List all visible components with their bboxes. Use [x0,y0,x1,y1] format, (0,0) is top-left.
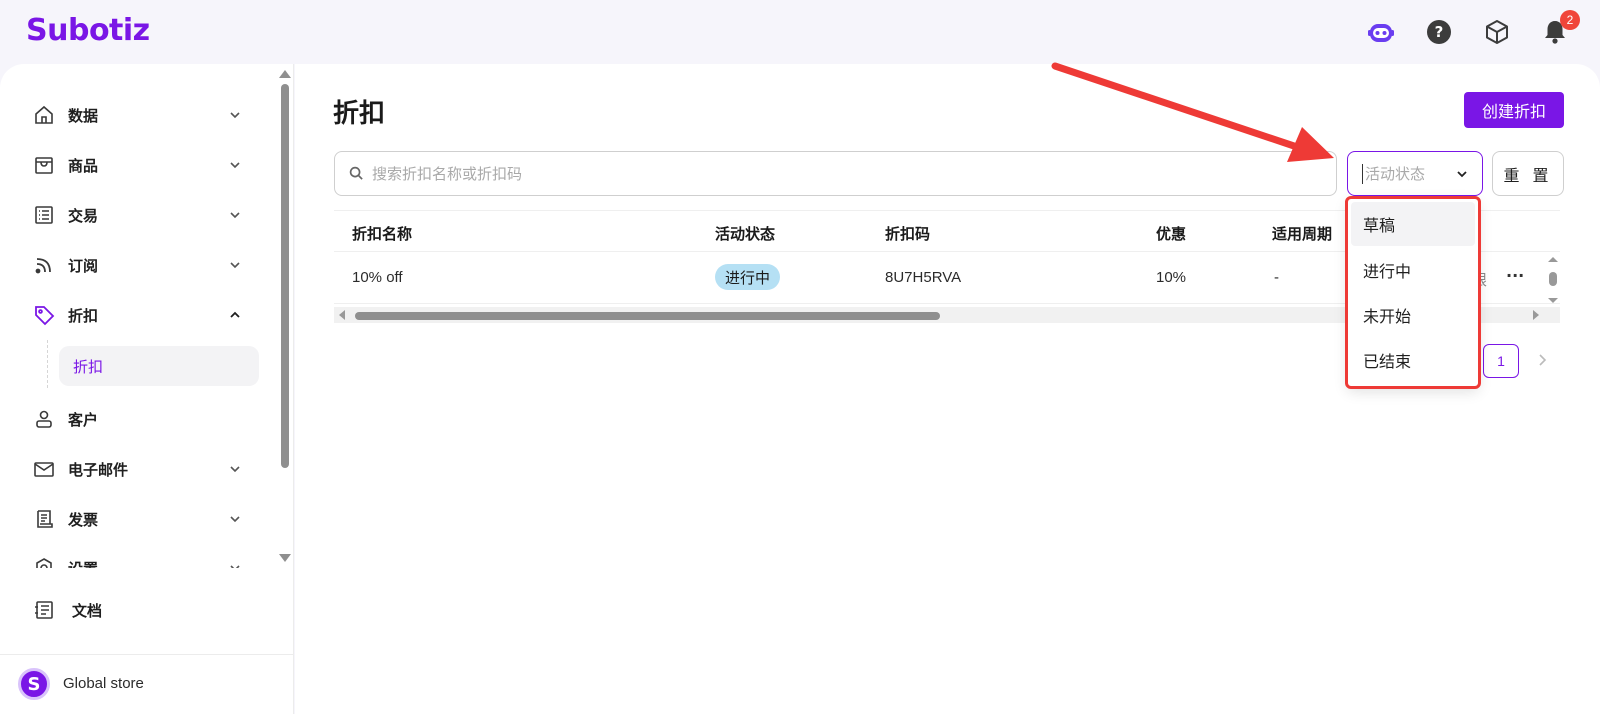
app-logo[interactable]: Subotiz [26,13,150,48]
discount-value: 10% [1156,269,1187,286]
annotation-highlight-box [1345,196,1481,389]
next-page-icon[interactable] [1537,353,1547,367]
column-header: 折扣名称 [352,225,413,243]
sidebar-item-transactions[interactable]: 交易 [32,197,252,233]
store-icon [32,153,56,177]
sidebar-divider [0,654,294,655]
home-icon [32,103,56,127]
top-bar: Subotiz ? 2 [0,0,1600,64]
text-cursor [1362,163,1363,184]
sidebar-scrollbar-thumb[interactable] [281,84,289,468]
discount-code: 8U7H5RVA [885,269,962,286]
status-badge: 进行中 [715,264,781,290]
box-icon[interactable] [1483,18,1511,46]
reset-button[interactable]: 重 置 [1492,151,1564,196]
page-title: 折扣 [333,99,386,129]
sidebar-item-label: 商品 [68,156,99,175]
sidebar-item-label: 订阅 [68,256,99,275]
column-header: 折扣码 [885,225,931,243]
chevron-down-icon [230,262,240,269]
sidebar-item-settings[interactable]: 设置 [32,556,252,568]
sidebar-item-label: 文档 [72,601,103,620]
sidebar-item-label: 交易 [68,206,99,225]
sidebar-item-discounts[interactable]: 折扣 [32,297,252,333]
robot-assistant-icon[interactable] [1367,18,1395,46]
sidebar-clip: 设置 [0,556,278,568]
scroll-up-arrow[interactable] [279,70,291,78]
sidebar-item-subscriptions[interactable]: 订阅 [32,247,252,283]
column-header: 适用周期 [1272,225,1333,243]
discount-name: 10% off [352,269,403,286]
scroll-right-arrow[interactable] [1532,310,1540,320]
sidebar-item-label: 设置 [68,558,98,569]
sidebar-item-label: 电子邮件 [68,460,129,479]
status-select[interactable]: 活动状态 [1347,151,1483,196]
chevron-down-icon [230,565,240,568]
chevron-up-icon [230,311,240,318]
chevron-down-icon [230,466,240,473]
settings-icon [32,556,56,568]
docs-icon [32,598,56,622]
sub-nav-line [47,340,48,388]
help-icon[interactable]: ? [1425,18,1453,46]
sidebar-item-label: 客户 [68,410,99,429]
scroll-down-arrow[interactable] [279,554,291,562]
svg-text:?: ? [1435,23,1444,41]
scroll-left-arrow[interactable] [338,310,346,320]
table-vertical-scrollbar[interactable] [1546,256,1560,304]
sidebar-item-data[interactable]: 数据 [32,97,252,133]
more-actions-icon[interactable]: ··· [1506,266,1524,285]
sidebar-item-label: 数据 [68,106,99,125]
notification-badge: 2 [1560,10,1580,30]
page-number-current[interactable]: 1 [1483,344,1519,378]
discount-period: - [1274,269,1279,286]
chevron-down-icon [1457,171,1467,178]
mail-icon [32,457,56,481]
column-header: 优惠 [1156,225,1187,243]
sidebar-item-invoices[interactable]: 发票 [32,501,252,537]
chevron-down-icon [230,516,240,523]
user-icon [32,407,56,431]
column-header: 活动状态 [715,225,776,243]
sidebar-item-label: 折扣 [68,306,99,325]
sidebar-item-email[interactable]: 电子邮件 [32,451,252,487]
search-icon [349,166,363,180]
sidebar-item-customers[interactable]: 客户 [32,401,252,437]
invoice-icon [32,507,56,531]
sidebar-item-label: 发票 [68,510,99,529]
create-discount-button[interactable]: 创建折扣 [1464,92,1564,128]
search-input[interactable]: 搜索折扣名称或折扣码 [334,151,1337,196]
list-icon [32,203,56,227]
sidebar-item-products[interactable]: 商品 [32,147,252,183]
store-name[interactable]: Global store [63,675,144,692]
search-placeholder: 搜索折扣名称或折扣码 [372,165,523,183]
chevron-down-icon [230,112,240,119]
status-placeholder: 活动状态 [1365,165,1426,183]
store-avatar[interactable]: S [18,668,50,700]
tag-icon [32,303,56,327]
sidebar-subitem-discounts[interactable]: 折扣 [59,346,259,386]
sidebar-item-docs[interactable]: 文档 [32,592,252,628]
chevron-down-icon [230,162,240,169]
rss-icon [32,253,56,277]
horizontal-scroll-thumb[interactable] [355,312,940,320]
chevron-down-icon [230,212,240,219]
